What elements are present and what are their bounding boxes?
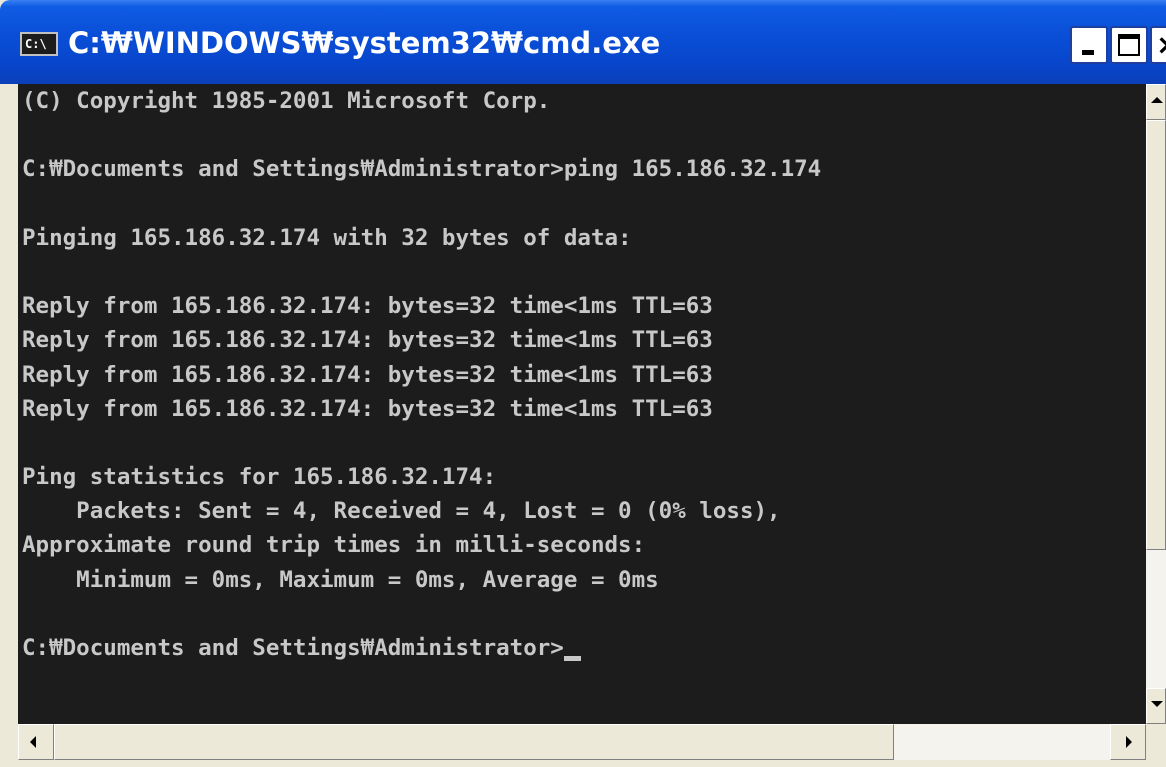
scroll-left-arrow-icon [30,736,36,748]
console-line: (C) Copyright 1985-2001 Microsoft Corp. [22,88,551,114]
window-left-border [0,84,18,767]
console-line: Approximate round trip times in milli-se… [22,532,646,559]
cmd-icon[interactable]: C:\ [20,32,58,56]
maximize-icon [1118,34,1140,56]
console-line: Packets: Sent = 4, Received = 4, Lost = … [22,498,781,525]
vertical-scroll-thumb[interactable] [1146,120,1166,550]
cmd-window: C:\ C:₩WINDOWS₩system32₩cmd.exe × (C) Co… [0,0,1166,767]
close-icon: × [1156,30,1166,60]
minimize-icon [1082,50,1094,55]
scroll-right-button[interactable] [1110,724,1146,760]
console-line: Reply from 165.186.32.174: bytes=32 time… [22,361,713,388]
scroll-up-arrow-icon [1151,97,1163,103]
scroll-down-button[interactable] [1146,688,1166,724]
console-line: Reply from 165.186.32.174: bytes=32 time… [22,395,713,422]
console-output[interactable]: (C) Copyright 1985-2001 Microsoft Corp. C… [18,84,1146,724]
close-button[interactable]: × [1150,26,1166,64]
maximize-button[interactable] [1110,26,1148,64]
scroll-up-button[interactable] [1146,84,1166,120]
console-line: C:₩Documents and Settings₩Administrator> [22,631,821,665]
scroll-left-button[interactable] [18,724,54,760]
horizontal-scrollbar[interactable] [18,724,1146,760]
console-line: Minimum = 0ms, Maximum = 0ms, Average = … [22,566,659,593]
console-line: Reply from 165.186.32.174: bytes=32 time… [22,293,713,320]
scroll-right-arrow-icon [1126,736,1132,748]
console-lines: (C) Copyright 1985-2001 Microsoft Corp. C… [22,84,821,665]
text-cursor [563,656,581,661]
vertical-scrollbar[interactable] [1146,84,1166,724]
console-line: Reply from 165.186.32.174: bytes=32 time… [22,327,713,354]
window-bottom-border [0,760,1166,767]
title-bar[interactable]: C:\ C:₩WINDOWS₩system32₩cmd.exe × [0,0,1166,84]
console-line: C:₩Documents and Settings₩Administrator>… [22,156,822,183]
console-line: Ping statistics for 165.186.32.174: [22,464,497,491]
scroll-down-arrow-icon [1151,701,1163,707]
horizontal-scroll-thumb[interactable] [54,724,894,760]
console-line: Pinging 165.186.32.174 with 32 bytes of … [22,224,632,251]
scrollbar-corner [1146,724,1166,760]
minimize-button[interactable] [1070,26,1108,64]
cmd-icon-label: C:\ [25,37,47,51]
window-title: C:₩WINDOWS₩system32₩cmd.exe [68,26,661,60]
